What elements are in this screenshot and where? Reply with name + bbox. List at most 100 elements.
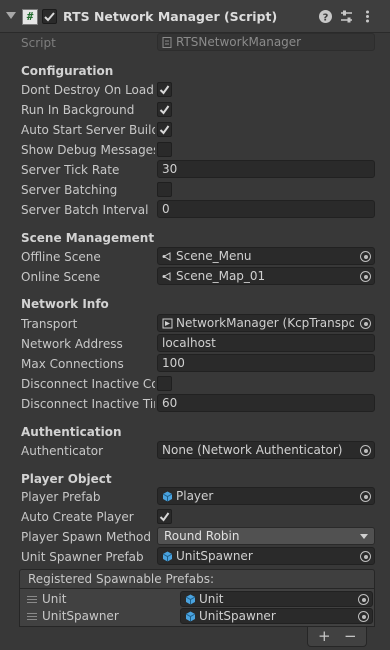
list-item-field[interactable]: UnitSpawner: [180, 608, 373, 624]
object-picker-icon[interactable]: [360, 551, 371, 562]
component-title: RTS Network Manager (Script): [63, 9, 278, 24]
player-object-heading: Player Object: [21, 472, 112, 486]
batching-checkbox[interactable]: [157, 182, 172, 197]
disconnect-time-input[interactable]: 60: [157, 394, 375, 412]
remove-item-button[interactable]: −: [344, 627, 357, 645]
offline-scene-field[interactable]: Scene_Menu: [157, 247, 375, 265]
scene-icon: [162, 272, 171, 281]
disconnect-time-row: Disconnect Inactive Tim 60: [0, 394, 390, 414]
network-address-input[interactable]: localhost: [157, 334, 375, 352]
max-connections-row: Max Connections 100: [0, 354, 390, 374]
disconnect-inactive-label: Disconnect Inactive Cor: [21, 377, 155, 391]
object-picker-icon[interactable]: [360, 445, 371, 456]
auto-create-checkbox[interactable]: [157, 509, 172, 524]
batch-interval-input[interactable]: 0: [157, 200, 375, 218]
component-header: # RTS Network Manager (Script) ?: [0, 0, 390, 33]
spawn-method-dropdown[interactable]: Round Robin: [157, 527, 375, 545]
object-picker-icon[interactable]: [360, 251, 371, 262]
spawn-method-value: Round Robin: [164, 529, 240, 543]
unit-spawner-field[interactable]: UnitSpawner: [157, 547, 375, 565]
network-info-heading: Network Info: [21, 297, 109, 311]
prefab-cube-icon: [162, 551, 173, 562]
run-in-background-row: Run In Background: [0, 100, 390, 120]
auto-start-checkbox[interactable]: [157, 122, 172, 137]
prefab-cube-icon: [185, 611, 196, 622]
player-prefab-value: Player: [176, 489, 214, 503]
component-icon: [162, 318, 173, 329]
object-picker-icon[interactable]: [360, 271, 371, 282]
tick-rate-row: Server Tick Rate 30: [0, 160, 390, 180]
batching-row: Server Batching: [0, 180, 390, 200]
online-scene-row: Online Scene Scene_Map_01: [0, 267, 390, 287]
kebab-menu-icon[interactable]: [360, 9, 375, 24]
max-connections-input[interactable]: 100: [157, 354, 375, 372]
foldout-arrow-icon[interactable]: [6, 12, 16, 19]
help-icon[interactable]: ?: [318, 9, 333, 24]
chevron-down-icon: [360, 534, 368, 539]
run-in-background-label: Run In Background: [21, 103, 135, 117]
list-item[interactable]: UnitSpawner UnitSpawner: [20, 608, 374, 625]
add-item-button[interactable]: +: [318, 627, 331, 645]
offline-scene-value: Scene_Menu: [176, 249, 252, 263]
show-debug-checkbox[interactable]: [157, 142, 172, 157]
list-item-value: UnitSpawner: [199, 609, 276, 623]
script-label: Script: [21, 36, 56, 50]
unit-spawner-label: Unit Spawner Prefab: [21, 550, 144, 564]
drag-handle-icon[interactable]: [27, 613, 37, 620]
network-address-row: Network Address localhost: [0, 334, 390, 354]
batch-interval-label: Server Batch Interval: [21, 203, 149, 217]
checkmark-icon: [44, 12, 55, 22]
spawnable-prefabs-list: Unit Unit UnitSpawner UnitSpawner: [19, 589, 375, 627]
spawn-method-label: Player Spawn Method: [21, 530, 151, 544]
drag-handle-icon[interactable]: [27, 596, 37, 603]
list-item-label: Unit: [42, 592, 67, 606]
script-file-icon: [162, 37, 172, 48]
configuration-heading: Configuration: [21, 64, 114, 78]
disconnect-inactive-checkbox[interactable]: [157, 376, 172, 391]
presets-icon[interactable]: [339, 9, 354, 24]
spawnable-prefabs-header: Registered Spawnable Prefabs:: [19, 569, 375, 589]
show-debug-label: Show Debug Messages: [21, 143, 155, 157]
dont-destroy-row: Dont Destroy On Load: [0, 80, 390, 100]
batching-label: Server Batching: [21, 183, 118, 197]
max-connections-value: 100: [162, 356, 185, 370]
tick-rate-label: Server Tick Rate: [21, 163, 120, 177]
authenticator-value: None (Network Authenticator): [162, 443, 343, 457]
unit-spawner-row: Unit Spawner Prefab UnitSpawner: [0, 547, 390, 567]
disconnect-time-value: 60: [162, 396, 178, 410]
offline-scene-row: Offline Scene Scene_Menu: [0, 247, 390, 267]
object-picker-icon[interactable]: [358, 611, 369, 622]
auto-create-label: Auto Create Player: [21, 510, 134, 524]
prefab-cube-icon: [162, 491, 173, 502]
component-enabled-checkbox[interactable]: [42, 9, 57, 24]
transport-label: Transport: [21, 317, 78, 331]
object-picker-icon[interactable]: [358, 594, 369, 605]
script-field: RTSNetworkManager: [157, 33, 375, 51]
object-picker-icon[interactable]: [360, 318, 371, 329]
checkmark-icon: [159, 512, 170, 522]
script-value: RTSNetworkManager: [176, 35, 302, 49]
list-footer: + −: [307, 627, 367, 647]
list-item[interactable]: Unit Unit: [20, 591, 374, 608]
show-debug-row: Show Debug Messages: [0, 140, 390, 160]
spawnable-prefabs-title: Registered Spawnable Prefabs:: [28, 572, 215, 586]
dont-destroy-label: Dont Destroy On Load: [21, 83, 154, 97]
scene-management-heading: Scene Management: [21, 231, 155, 245]
transport-field[interactable]: NetworkManager (KcpTransport: [157, 314, 375, 332]
disconnect-inactive-row: Disconnect Inactive Cor: [0, 374, 390, 394]
authenticator-field[interactable]: None (Network Authenticator): [157, 441, 375, 459]
player-prefab-row: Player Prefab Player: [0, 487, 390, 507]
script-icon: #: [22, 9, 38, 25]
transport-row: Transport NetworkManager (KcpTransport: [0, 314, 390, 334]
disconnect-time-label: Disconnect Inactive Tim: [21, 397, 155, 411]
object-picker-icon[interactable]: [360, 491, 371, 502]
dont-destroy-checkbox[interactable]: [157, 82, 172, 97]
authentication-heading: Authentication: [21, 425, 122, 439]
list-item-field[interactable]: Unit: [180, 591, 373, 607]
run-in-background-checkbox[interactable]: [157, 102, 172, 117]
player-prefab-field[interactable]: Player: [157, 487, 375, 505]
batch-interval-value: 0: [162, 202, 170, 216]
online-scene-field[interactable]: Scene_Map_01: [157, 267, 375, 285]
spawn-method-row: Player Spawn Method Round Robin: [0, 527, 390, 547]
tick-rate-input[interactable]: 30: [157, 160, 375, 178]
